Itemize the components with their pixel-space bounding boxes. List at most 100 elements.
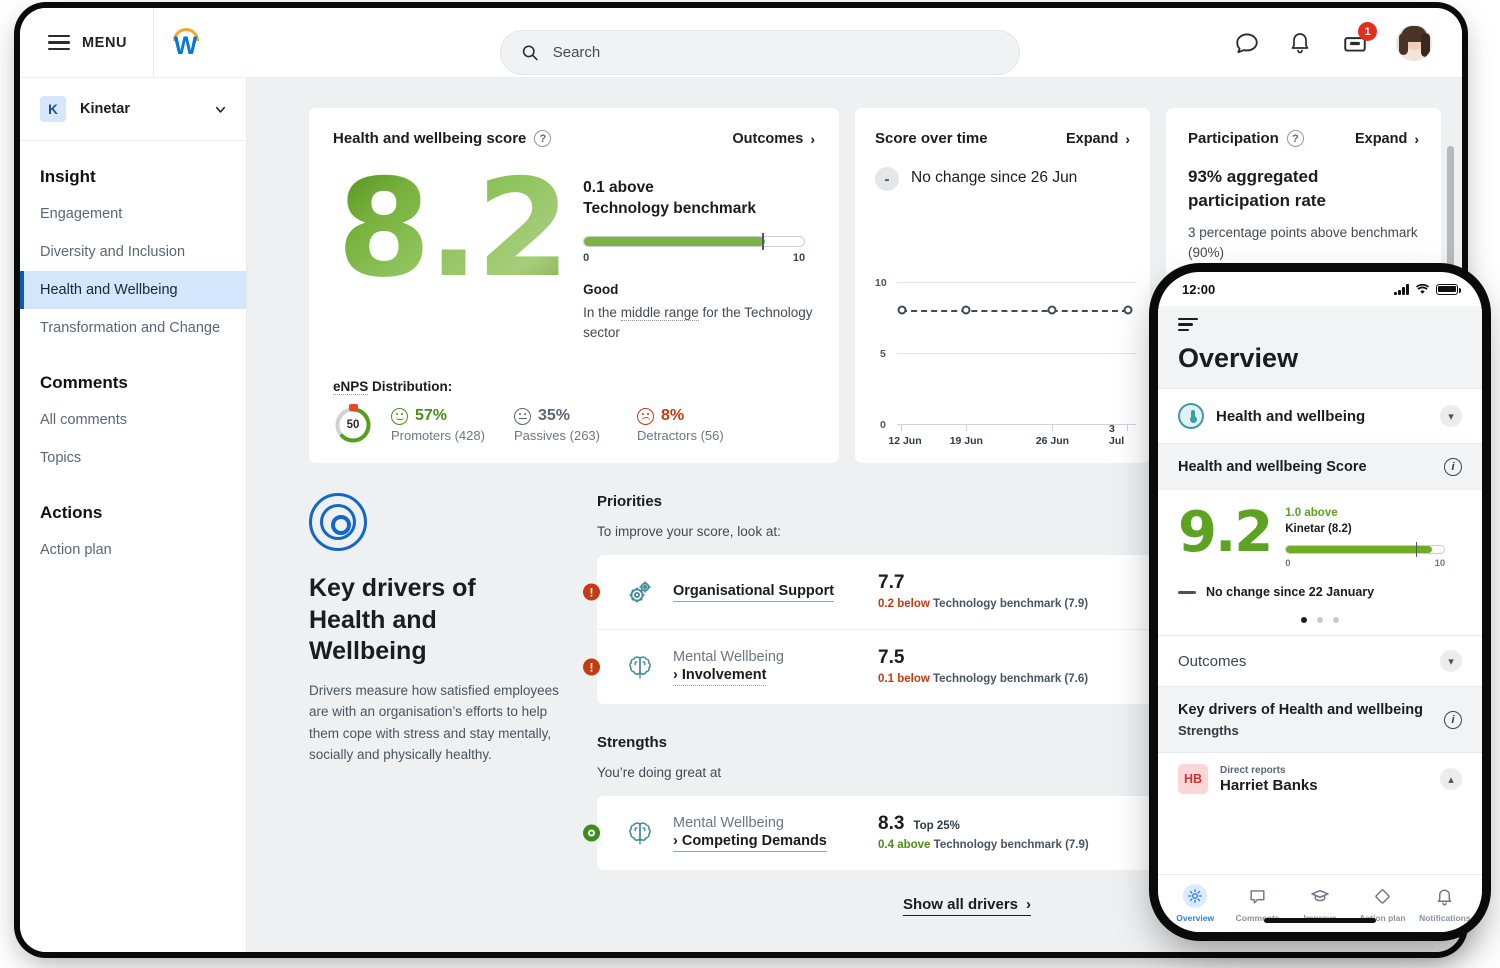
enps-term-link[interactable]: eNPS xyxy=(333,379,368,395)
sidebar-item-engagement[interactable]: Engagement xyxy=(20,195,246,233)
info-icon[interactable]: i xyxy=(1444,711,1462,729)
sidebar-item-transformation-and-change[interactable]: Transformation and Change xyxy=(20,309,246,347)
y-tick-10: 10 xyxy=(875,277,887,289)
expand-label: Expand xyxy=(1355,131,1407,147)
driver-benchmark: 0.2 below Technology benchmark (7.9) xyxy=(878,598,1088,610)
show-all-drivers-label: Show all drivers xyxy=(903,896,1018,913)
card-header: Score over time Expand › xyxy=(875,130,1130,147)
no-change-text: No change since 26 Jun xyxy=(911,167,1077,189)
smiley-neutral-icon xyxy=(514,408,531,425)
help-icon[interactable]: ? xyxy=(1287,130,1304,147)
search-input[interactable] xyxy=(553,44,999,61)
org-name: Kinetar xyxy=(80,101,199,117)
driver-score: 8.3 xyxy=(878,813,904,835)
chat-icon[interactable] xyxy=(1234,30,1260,56)
benchmark-name: Technology benchmark xyxy=(583,198,815,219)
phone-tab-notifications[interactable]: Notifications xyxy=(1414,884,1476,926)
org-initial: K xyxy=(40,96,66,122)
score-gauge xyxy=(583,236,805,247)
phone-key-drivers-title: Key drivers of Health and wellbeing xyxy=(1178,702,1423,718)
workday-logo-icon: W xyxy=(169,26,203,60)
success-icon xyxy=(583,825,600,842)
phone-section-health-and-wellbeing[interactable]: Health and wellbeing ▾ xyxy=(1158,388,1482,443)
search-bar xyxy=(500,30,1020,75)
phone-notch xyxy=(1245,272,1395,298)
phone-score-row: 9.2 1.0 above Kinetar (8.2) 0 10 xyxy=(1178,506,1462,569)
expand-link-participation[interactable]: Expand › xyxy=(1355,131,1419,147)
driver-parent: Mental Wellbeing xyxy=(673,815,784,831)
phone-menu-icon[interactable] xyxy=(1178,318,1198,331)
phone-gauge-min: 0 xyxy=(1285,558,1290,569)
chevron-right-icon: › xyxy=(1125,131,1130,147)
driver-benchmark-text: Technology benchmark (7.9) xyxy=(934,839,1089,851)
brain-icon xyxy=(623,816,657,850)
search-box[interactable] xyxy=(500,30,1020,75)
phone-page-title: Overview xyxy=(1178,343,1462,374)
chevron-down-icon[interactable]: ▾ xyxy=(1440,650,1462,672)
inbox-icon[interactable]: 1 xyxy=(1342,30,1368,56)
no-change-indicator: - No change since 26 Jun xyxy=(875,167,1130,191)
menu-label: MENU xyxy=(82,35,127,51)
chevron-down-icon[interactable]: ▾ xyxy=(1440,405,1462,427)
benchmark-block: 0.1 above Technology benchmark 0 10 Good xyxy=(583,161,815,343)
card-title-text: Health and wellbeing score xyxy=(333,130,526,147)
chevron-up-icon[interactable]: ▴ xyxy=(1440,768,1462,790)
sidebar-item-all-comments[interactable]: All comments xyxy=(20,401,246,439)
phone-header: Overview xyxy=(1158,306,1482,388)
phone-outcomes-label: Outcomes xyxy=(1178,653,1428,670)
driver-name-main[interactable]: Organisational Support xyxy=(673,583,834,602)
sidebar-section-comments: Comments xyxy=(20,347,246,401)
carousel-dots[interactable] xyxy=(1178,617,1462,623)
sidebar-item-diversity-and-inclusion[interactable]: Diversity and Inclusion xyxy=(20,233,246,271)
phone-person-row[interactable]: HB Direct reports Harriet Banks ▴ xyxy=(1158,752,1482,805)
phone-bottom-nav: Overview Comments Improve xyxy=(1158,874,1482,932)
card-title: Score over time xyxy=(875,130,988,147)
avatar[interactable] xyxy=(1396,25,1432,61)
driver-delta: 0.2 xyxy=(878,598,894,610)
driver-benchmark-text: Technology benchmark (7.6) xyxy=(933,673,1088,685)
sidebar-item-topics[interactable]: Topics xyxy=(20,439,246,477)
enps-passives-top: 35% xyxy=(514,407,637,425)
rating-desc-pre: In the xyxy=(583,305,621,320)
phone-score-value: 9.2 xyxy=(1178,506,1271,559)
search-icon xyxy=(521,43,539,62)
menu-button[interactable]: MENU xyxy=(20,8,153,78)
expand-link-score-over-time[interactable]: Expand › xyxy=(1066,131,1130,147)
phone-section-outcomes[interactable]: Outcomes ▾ xyxy=(1158,635,1482,686)
enps-title-rest: Distribution: xyxy=(368,379,452,394)
phone-status-bar: 12:00 xyxy=(1158,272,1482,306)
phone-gauge-max: 10 xyxy=(1435,558,1446,569)
enps-row: 50 57% Promoters (428) xyxy=(333,405,760,445)
screenshot-root: MENU W xyxy=(0,0,1500,968)
driver-name-main[interactable]: › Involvement xyxy=(673,667,766,686)
driver-benchmark-text: Technology benchmark (7.9) xyxy=(933,598,1088,610)
workday-logo[interactable]: W xyxy=(153,8,217,78)
driver-name-main[interactable]: › Competing Demands xyxy=(673,833,827,852)
mobile-phone-overlay: 12:00 Overview Health and wellbeing ▾ H xyxy=(1158,272,1482,932)
driver-direction: below xyxy=(897,598,930,610)
help-icon[interactable]: ? xyxy=(534,130,551,147)
person-initials: HB xyxy=(1178,764,1208,794)
driver-name: Organisational Support xyxy=(673,582,878,602)
enps-detractors-pct: 8% xyxy=(661,407,684,425)
driver-values: 8.3 Top 25% 0.4 above Technology benchma… xyxy=(878,813,1089,853)
info-icon[interactable]: i xyxy=(1444,458,1462,476)
phone-benchmark-text: 1.0 above Kinetar (8.2) xyxy=(1285,506,1445,537)
enps-detractors: 8% Detractors (56) xyxy=(637,407,760,443)
org-switcher[interactable]: K Kinetar xyxy=(20,78,246,141)
driver-score-row: 8.3 Top 25% xyxy=(878,813,1089,835)
phone-tab-overview[interactable]: Overview xyxy=(1164,884,1226,926)
bell-icon[interactable] xyxy=(1288,30,1314,56)
phone-delta: 1.0 above xyxy=(1285,507,1337,519)
data-point xyxy=(962,306,971,315)
person-role: Direct reports xyxy=(1220,765,1428,776)
show-all-drivers-link[interactable]: Show all drivers › xyxy=(903,896,1031,916)
card-title-text: Participation xyxy=(1188,130,1279,147)
driver-delta: 0.1 xyxy=(878,673,894,685)
middle-range-link[interactable]: middle range xyxy=(621,305,699,321)
sidebar-item-action-plan[interactable]: Action plan xyxy=(20,531,246,569)
sidebar-item-health-and-wellbeing[interactable]: Health and Wellbeing xyxy=(20,271,246,309)
outcomes-link[interactable]: Outcomes › xyxy=(732,131,815,147)
status-time: 12:00 xyxy=(1182,282,1215,297)
notification-badge: 1 xyxy=(1358,22,1377,41)
